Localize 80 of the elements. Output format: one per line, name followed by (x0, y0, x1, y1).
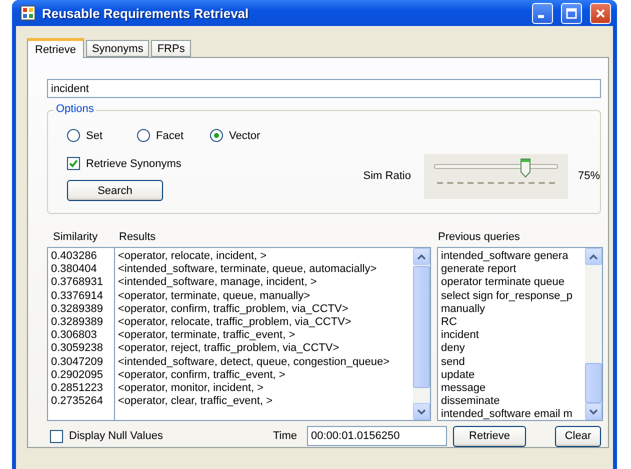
query-item[interactable]: deny (441, 342, 582, 356)
query-item[interactable]: intended_software genera (441, 250, 582, 264)
result-row[interactable]: <operator, terminate, queue, manually> (118, 290, 410, 303)
similarity-value: 0.3768931 (51, 276, 104, 290)
clear-button[interactable]: Clear (555, 426, 601, 446)
similarity-value: 0.380404 (51, 263, 98, 276)
slider-label: Sim Ratio (363, 170, 411, 182)
retrieve-button[interactable]: Retrieve (453, 426, 526, 446)
result-row[interactable]: <operator, confirm, traffic_problem, via_CCTV> (118, 302, 410, 316)
column-header: Results (119, 230, 157, 242)
query-item[interactable]: message (441, 382, 582, 396)
checkbox[interactable] (67, 157, 80, 170)
checkbox-label: Retrieve Synonyms (86, 158, 182, 170)
minimize-button[interactable] (532, 2, 553, 24)
maximize-button[interactable] (561, 2, 582, 24)
radio-button[interactable] (137, 129, 150, 142)
similarity-value: 0.2851223 (51, 382, 104, 396)
scroll-thumb[interactable] (585, 363, 602, 403)
group-title: Options (54, 103, 96, 115)
result-row[interactable]: <operator, confirm, traffic_event, > (118, 368, 410, 382)
query-item[interactable]: operator terminate queue (441, 276, 582, 290)
checkbox-label: Display Null Values (69, 430, 163, 442)
scroll-up-icon (417, 254, 426, 260)
checkbox[interactable] (50, 430, 63, 442)
query-item[interactable]: incident (441, 329, 582, 342)
tab[interactable]: Retrieve (27, 38, 84, 58)
radio-label: Vector (229, 130, 260, 142)
result-row[interactable]: <operator, relocate, incident, > (118, 250, 410, 264)
scroll-thumb[interactable] (413, 266, 430, 388)
radio-button[interactable] (210, 129, 223, 142)
similarity-value: 0.3047209 (51, 356, 104, 369)
result-row[interactable]: <operator, clear, traffic_event, > (118, 395, 410, 408)
result-row[interactable]: <intended_software, manage, incident, > (118, 276, 410, 290)
result-row[interactable]: <operator, relocate, traffic_problem, via_CCTV> (118, 316, 410, 330)
window-title: Reusable Requirements Retrieval (42, 6, 250, 20)
minimize-icon (538, 14, 544, 18)
slider-thumb[interactable] (520, 158, 532, 178)
radio-label: Facet (156, 130, 184, 142)
list-header: Previous queries (438, 230, 520, 242)
similarity-value: 0.403286 (51, 250, 98, 264)
tab[interactable]: Synonyms (86, 40, 150, 57)
scroll-down-icon (589, 408, 598, 414)
query-item[interactable]: generate report (441, 263, 582, 276)
similarity-value: 0.3059238 (51, 342, 104, 356)
similarity-value: 0.306803 (51, 329, 98, 342)
result-row[interactable]: <operator, reject, traffic_problem, via_CCTV> (118, 342, 410, 356)
close-icon (595, 8, 606, 18)
time-label: Time (273, 430, 298, 442)
query-item[interactable]: intended_software email m (441, 408, 582, 422)
similarity-value: 0.3289389 (51, 302, 104, 316)
query-item[interactable]: send (441, 356, 582, 369)
scroll-up-icon (589, 254, 598, 260)
radio-button[interactable] (67, 129, 80, 142)
result-row[interactable]: <operator, monitor, incident, > (118, 382, 410, 396)
radio-label: Set (86, 130, 103, 142)
similarity-value: 0.3289389 (51, 316, 104, 330)
column-header: Similarity (53, 230, 99, 242)
result-row[interactable]: <intended_software, detect, queue, congestion_queue> (118, 356, 410, 369)
query-item[interactable]: RC (441, 316, 582, 330)
query-item[interactable]: disseminate (441, 395, 582, 408)
scrollbar[interactable] (413, 248, 430, 420)
time-field[interactable]: 00:00:01.0156250 (307, 426, 447, 446)
similarity-value: 0.2735264 (51, 395, 104, 408)
similarity-value: 0.3376914 (51, 290, 104, 303)
scroll-down-icon (417, 408, 426, 414)
check-icon (69, 159, 78, 168)
result-row[interactable]: <operator, terminate, traffic_event, > (118, 329, 410, 342)
slider-value: 75% (578, 170, 600, 182)
scrollbar[interactable] (585, 248, 602, 420)
maximize-icon (566, 8, 577, 18)
result-row[interactable]: <intended_software, terminate, queue, automacially> (118, 263, 410, 276)
app-icon (20, 5, 36, 21)
query-field[interactable]: incident (47, 79, 601, 98)
query-item[interactable]: select sign for_response_p (441, 290, 582, 303)
query-item[interactable]: update (441, 368, 582, 382)
query-item[interactable]: manually (441, 302, 582, 316)
similarity-value: 0.2902095 (51, 368, 104, 382)
search-button[interactable]: Search (67, 180, 163, 201)
close-button[interactable] (590, 2, 611, 24)
tab[interactable]: FRPs (151, 40, 191, 57)
